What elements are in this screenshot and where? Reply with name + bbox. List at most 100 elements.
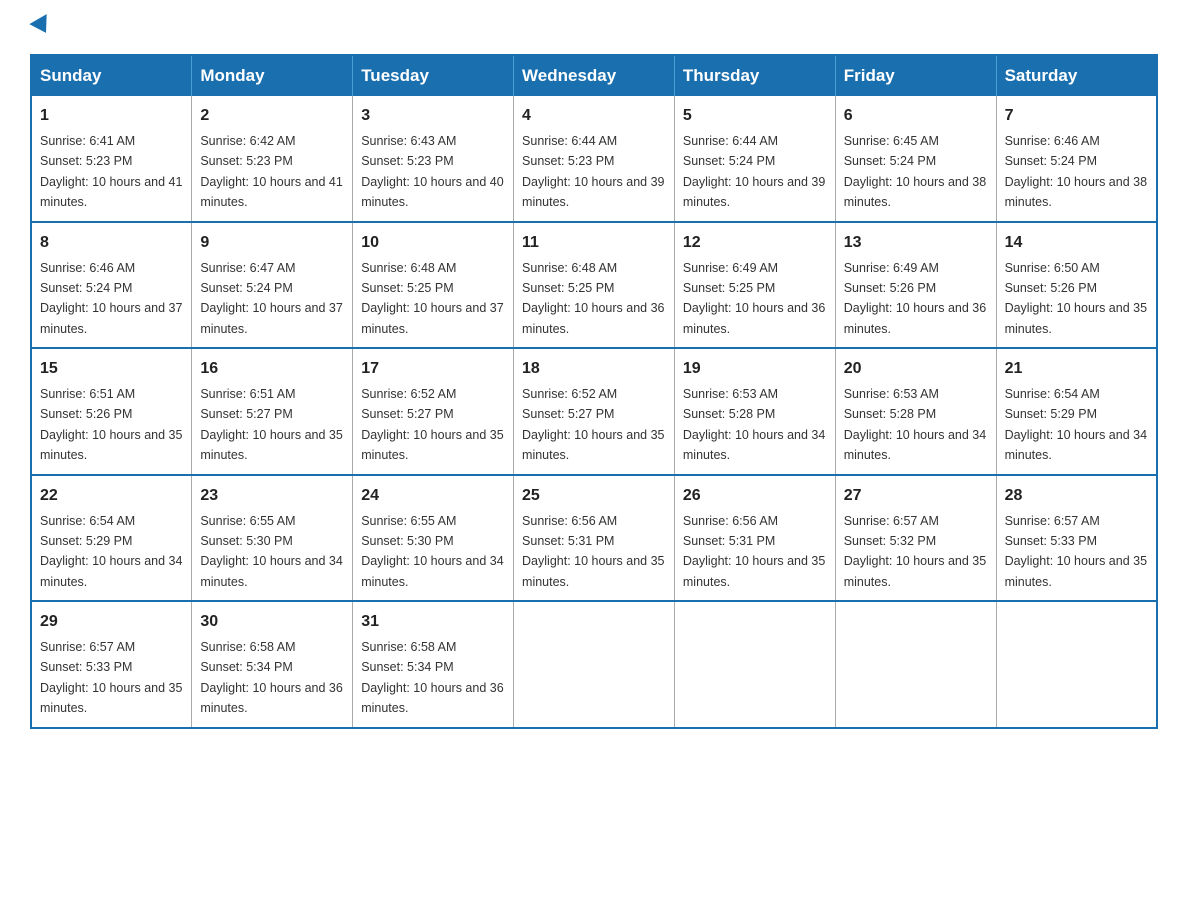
day-number: 2 — [200, 104, 344, 128]
day-header-tuesday: Tuesday — [353, 55, 514, 96]
calendar-cell: 30 Sunrise: 6:58 AMSunset: 5:34 PMDaylig… — [192, 601, 353, 728]
day-info: Sunrise: 6:54 AMSunset: 5:29 PMDaylight:… — [1005, 387, 1147, 462]
day-number: 11 — [522, 231, 666, 255]
day-info: Sunrise: 6:51 AMSunset: 5:27 PMDaylight:… — [200, 387, 342, 462]
day-info: Sunrise: 6:56 AMSunset: 5:31 PMDaylight:… — [522, 514, 664, 589]
calendar-cell: 18 Sunrise: 6:52 AMSunset: 5:27 PMDaylig… — [514, 348, 675, 475]
calendar-cell: 25 Sunrise: 6:56 AMSunset: 5:31 PMDaylig… — [514, 475, 675, 602]
day-header-wednesday: Wednesday — [514, 55, 675, 96]
day-info: Sunrise: 6:45 AMSunset: 5:24 PMDaylight:… — [844, 134, 986, 209]
day-number: 23 — [200, 484, 344, 508]
calendar-cell: 4 Sunrise: 6:44 AMSunset: 5:23 PMDayligh… — [514, 96, 675, 222]
calendar-cell: 17 Sunrise: 6:52 AMSunset: 5:27 PMDaylig… — [353, 348, 514, 475]
day-number: 30 — [200, 610, 344, 634]
day-number: 12 — [683, 231, 827, 255]
calendar-cell: 11 Sunrise: 6:48 AMSunset: 5:25 PMDaylig… — [514, 222, 675, 349]
calendar-cell: 29 Sunrise: 6:57 AMSunset: 5:33 PMDaylig… — [31, 601, 192, 728]
calendar-table: SundayMondayTuesdayWednesdayThursdayFrid… — [30, 54, 1158, 729]
day-info: Sunrise: 6:52 AMSunset: 5:27 PMDaylight:… — [522, 387, 664, 462]
calendar-cell: 27 Sunrise: 6:57 AMSunset: 5:32 PMDaylig… — [835, 475, 996, 602]
day-number: 14 — [1005, 231, 1148, 255]
calendar-cell — [674, 601, 835, 728]
day-header-sunday: Sunday — [31, 55, 192, 96]
day-info: Sunrise: 6:46 AMSunset: 5:24 PMDaylight:… — [1005, 134, 1147, 209]
day-info: Sunrise: 6:54 AMSunset: 5:29 PMDaylight:… — [40, 514, 182, 589]
calendar-cell: 5 Sunrise: 6:44 AMSunset: 5:24 PMDayligh… — [674, 96, 835, 222]
day-header-thursday: Thursday — [674, 55, 835, 96]
calendar-cell: 22 Sunrise: 6:54 AMSunset: 5:29 PMDaylig… — [31, 475, 192, 602]
day-number: 5 — [683, 104, 827, 128]
day-number: 27 — [844, 484, 988, 508]
day-header-monday: Monday — [192, 55, 353, 96]
day-info: Sunrise: 6:47 AMSunset: 5:24 PMDaylight:… — [200, 261, 342, 336]
logo-triangle-icon — [29, 14, 54, 38]
day-info: Sunrise: 6:58 AMSunset: 5:34 PMDaylight:… — [361, 640, 503, 715]
page-header — [30, 20, 1158, 36]
day-header-friday: Friday — [835, 55, 996, 96]
day-info: Sunrise: 6:55 AMSunset: 5:30 PMDaylight:… — [200, 514, 342, 589]
day-number: 15 — [40, 357, 183, 381]
logo — [30, 20, 52, 36]
calendar-cell: 21 Sunrise: 6:54 AMSunset: 5:29 PMDaylig… — [996, 348, 1157, 475]
day-info: Sunrise: 6:49 AMSunset: 5:25 PMDaylight:… — [683, 261, 825, 336]
day-number: 26 — [683, 484, 827, 508]
day-info: Sunrise: 6:57 AMSunset: 5:33 PMDaylight:… — [1005, 514, 1147, 589]
day-number: 8 — [40, 231, 183, 255]
calendar-week-5: 29 Sunrise: 6:57 AMSunset: 5:33 PMDaylig… — [31, 601, 1157, 728]
calendar-cell: 1 Sunrise: 6:41 AMSunset: 5:23 PMDayligh… — [31, 96, 192, 222]
calendar-cell: 12 Sunrise: 6:49 AMSunset: 5:25 PMDaylig… — [674, 222, 835, 349]
calendar-cell: 10 Sunrise: 6:48 AMSunset: 5:25 PMDaylig… — [353, 222, 514, 349]
calendar-week-1: 1 Sunrise: 6:41 AMSunset: 5:23 PMDayligh… — [31, 96, 1157, 222]
calendar-cell: 24 Sunrise: 6:55 AMSunset: 5:30 PMDaylig… — [353, 475, 514, 602]
calendar-cell: 14 Sunrise: 6:50 AMSunset: 5:26 PMDaylig… — [996, 222, 1157, 349]
calendar-cell: 8 Sunrise: 6:46 AMSunset: 5:24 PMDayligh… — [31, 222, 192, 349]
day-info: Sunrise: 6:50 AMSunset: 5:26 PMDaylight:… — [1005, 261, 1147, 336]
day-info: Sunrise: 6:57 AMSunset: 5:33 PMDaylight:… — [40, 640, 182, 715]
calendar-cell: 6 Sunrise: 6:45 AMSunset: 5:24 PMDayligh… — [835, 96, 996, 222]
day-header-saturday: Saturday — [996, 55, 1157, 96]
day-info: Sunrise: 6:51 AMSunset: 5:26 PMDaylight:… — [40, 387, 182, 462]
day-number: 28 — [1005, 484, 1148, 508]
day-number: 21 — [1005, 357, 1148, 381]
calendar-header: SundayMondayTuesdayWednesdayThursdayFrid… — [31, 55, 1157, 96]
day-info: Sunrise: 6:55 AMSunset: 5:30 PMDaylight:… — [361, 514, 503, 589]
day-number: 20 — [844, 357, 988, 381]
calendar-cell: 31 Sunrise: 6:58 AMSunset: 5:34 PMDaylig… — [353, 601, 514, 728]
calendar-cell: 9 Sunrise: 6:47 AMSunset: 5:24 PMDayligh… — [192, 222, 353, 349]
day-info: Sunrise: 6:57 AMSunset: 5:32 PMDaylight:… — [844, 514, 986, 589]
day-info: Sunrise: 6:58 AMSunset: 5:34 PMDaylight:… — [200, 640, 342, 715]
day-info: Sunrise: 6:43 AMSunset: 5:23 PMDaylight:… — [361, 134, 503, 209]
calendar-cell: 2 Sunrise: 6:42 AMSunset: 5:23 PMDayligh… — [192, 96, 353, 222]
day-info: Sunrise: 6:53 AMSunset: 5:28 PMDaylight:… — [844, 387, 986, 462]
calendar-cell — [835, 601, 996, 728]
day-number: 9 — [200, 231, 344, 255]
calendar-week-2: 8 Sunrise: 6:46 AMSunset: 5:24 PMDayligh… — [31, 222, 1157, 349]
day-number: 25 — [522, 484, 666, 508]
calendar-cell — [996, 601, 1157, 728]
calendar-cell: 26 Sunrise: 6:56 AMSunset: 5:31 PMDaylig… — [674, 475, 835, 602]
calendar-cell: 20 Sunrise: 6:53 AMSunset: 5:28 PMDaylig… — [835, 348, 996, 475]
day-number: 4 — [522, 104, 666, 128]
calendar-cell: 16 Sunrise: 6:51 AMSunset: 5:27 PMDaylig… — [192, 348, 353, 475]
day-number: 7 — [1005, 104, 1148, 128]
day-number: 24 — [361, 484, 505, 508]
calendar-cell: 19 Sunrise: 6:53 AMSunset: 5:28 PMDaylig… — [674, 348, 835, 475]
day-number: 10 — [361, 231, 505, 255]
day-info: Sunrise: 6:48 AMSunset: 5:25 PMDaylight:… — [361, 261, 503, 336]
day-info: Sunrise: 6:56 AMSunset: 5:31 PMDaylight:… — [683, 514, 825, 589]
day-number: 3 — [361, 104, 505, 128]
calendar-cell — [514, 601, 675, 728]
day-info: Sunrise: 6:41 AMSunset: 5:23 PMDaylight:… — [40, 134, 182, 209]
day-info: Sunrise: 6:48 AMSunset: 5:25 PMDaylight:… — [522, 261, 664, 336]
calendar-cell: 13 Sunrise: 6:49 AMSunset: 5:26 PMDaylig… — [835, 222, 996, 349]
day-number: 29 — [40, 610, 183, 634]
day-info: Sunrise: 6:44 AMSunset: 5:24 PMDaylight:… — [683, 134, 825, 209]
calendar-week-4: 22 Sunrise: 6:54 AMSunset: 5:29 PMDaylig… — [31, 475, 1157, 602]
day-number: 18 — [522, 357, 666, 381]
calendar-cell: 23 Sunrise: 6:55 AMSunset: 5:30 PMDaylig… — [192, 475, 353, 602]
calendar-cell: 3 Sunrise: 6:43 AMSunset: 5:23 PMDayligh… — [353, 96, 514, 222]
day-info: Sunrise: 6:53 AMSunset: 5:28 PMDaylight:… — [683, 387, 825, 462]
day-number: 1 — [40, 104, 183, 128]
day-info: Sunrise: 6:46 AMSunset: 5:24 PMDaylight:… — [40, 261, 182, 336]
day-number: 22 — [40, 484, 183, 508]
